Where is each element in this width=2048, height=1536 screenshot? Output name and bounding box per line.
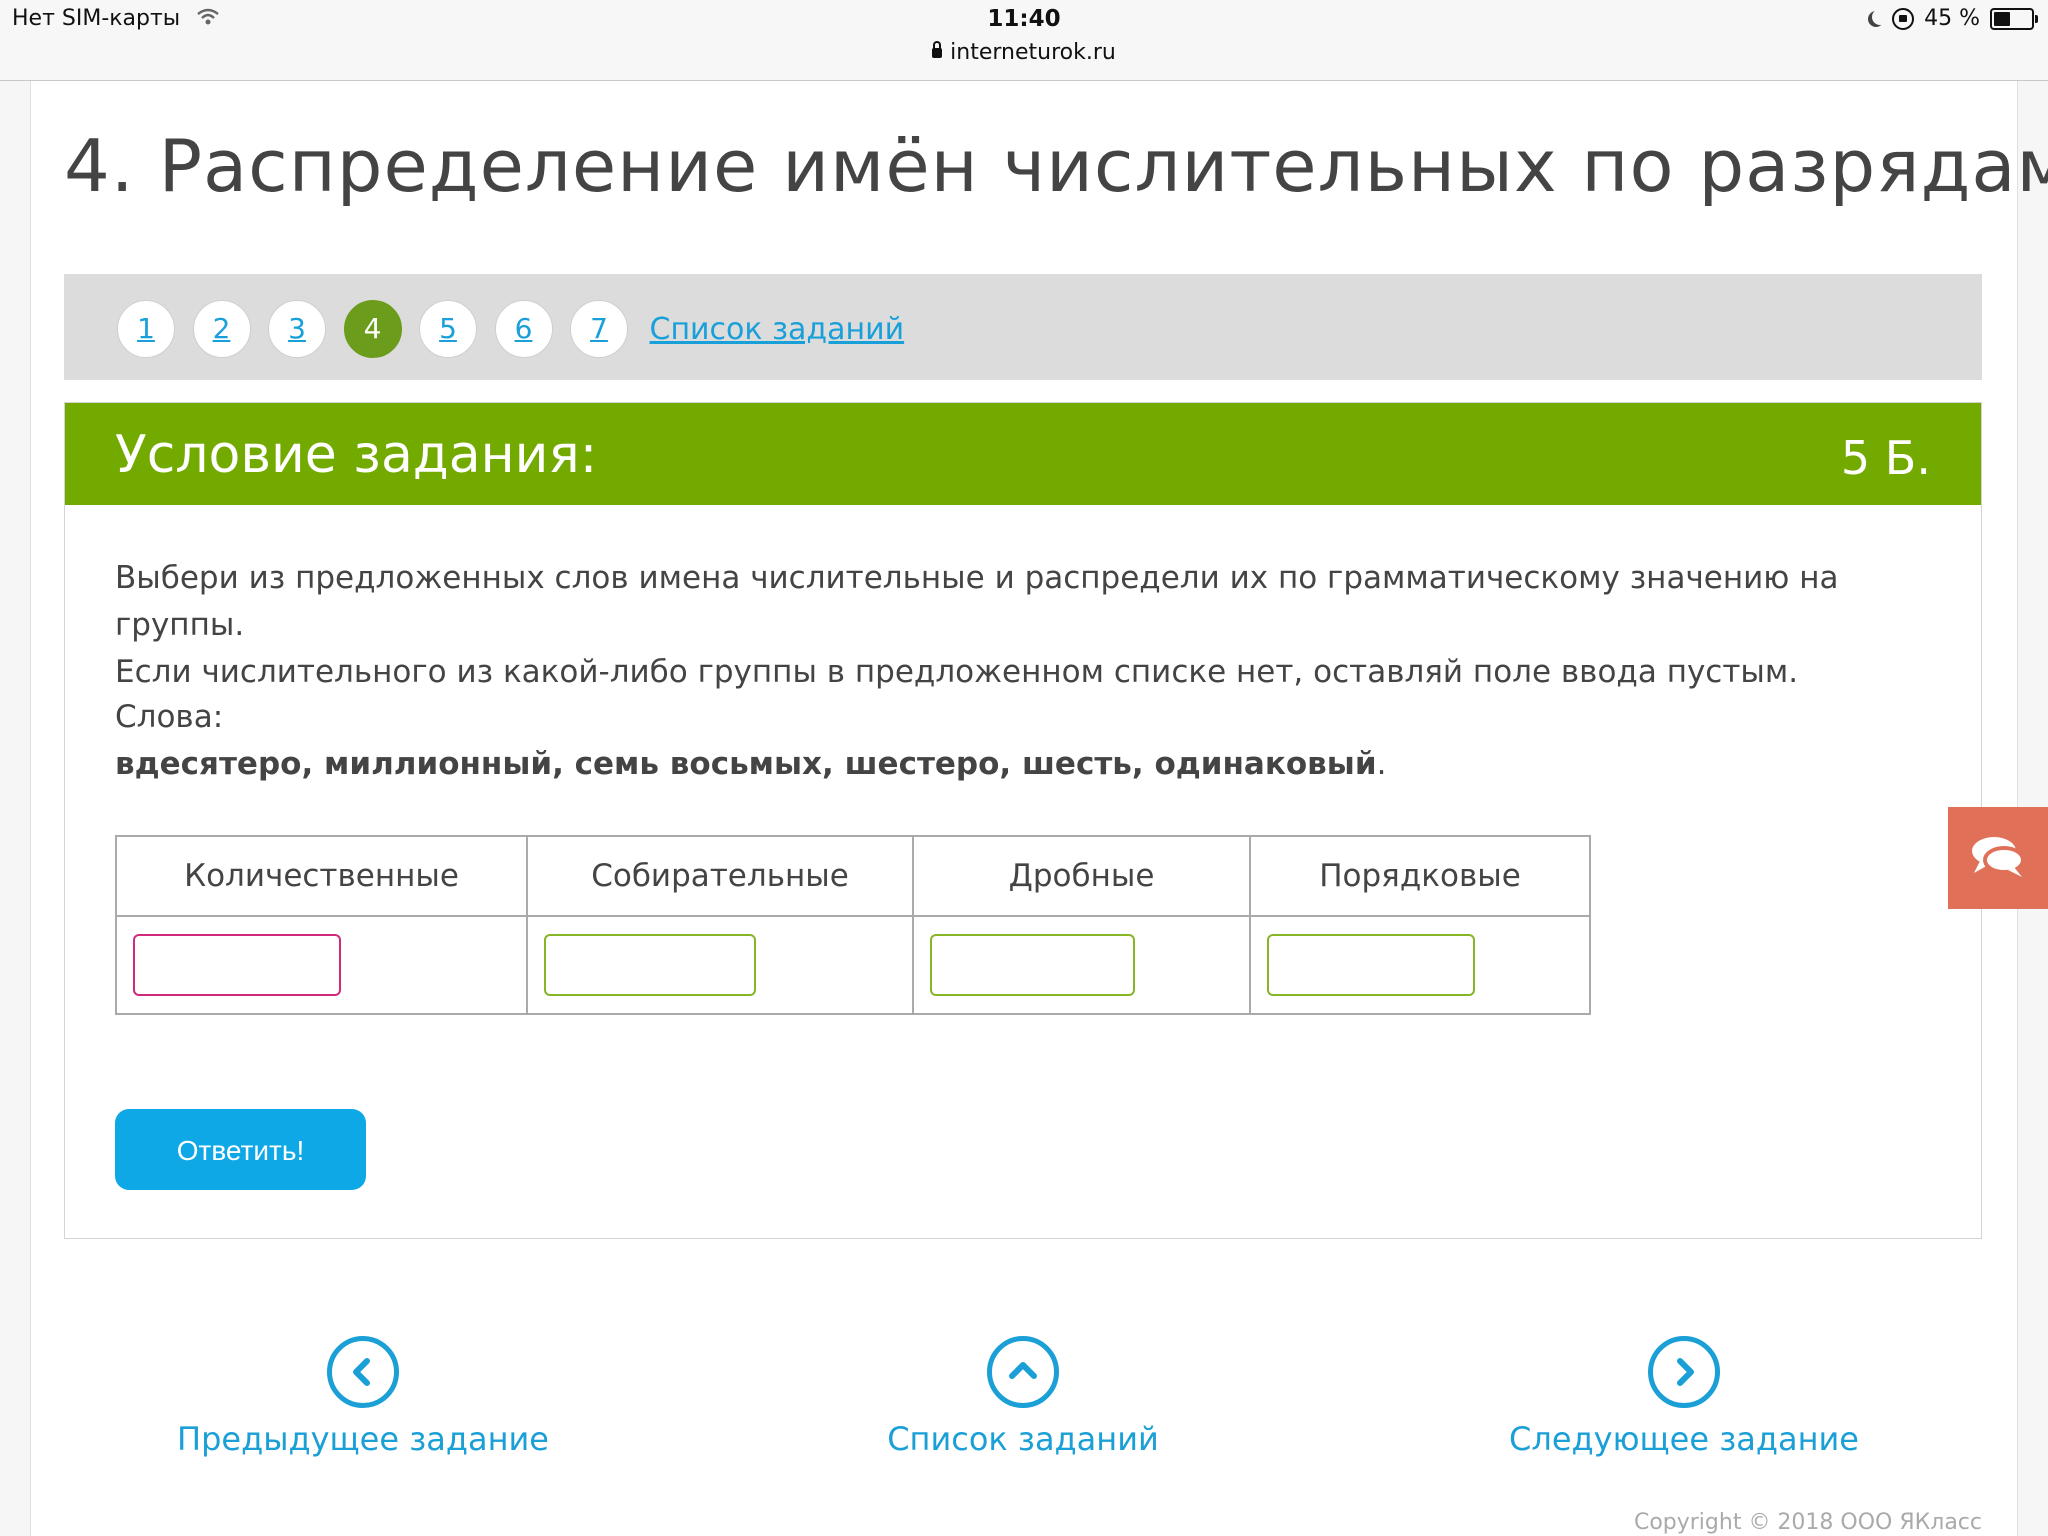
words-text: вдесятеро, миллионный, семь восьмых, шес… [115,746,1377,782]
task-list-nav[interactable]: Список заданий [773,1336,1273,1458]
column-header-ordinal: Порядковые [1249,835,1591,917]
chat-tab[interactable] [1948,807,2048,909]
next-task-button[interactable] [1648,1336,1720,1408]
task-points: 5 Б. [1840,431,1931,485]
answer-table-header: Количественные Собирательные Дробные Пор… [115,835,1591,917]
answer-table: Количественные Собирательные Дробные Пор… [115,835,1591,1015]
status-bar: Нет SIM-карты 11:40 interneturok.ru 45 % [0,0,2048,81]
pager-task-list-link[interactable]: Список заданий [650,312,905,347]
pager-item-2[interactable]: 2 [192,300,251,358]
answer-cell-cardinal [115,915,528,1015]
words-label: Слова: [115,699,224,735]
chevron-up-icon [1009,1362,1037,1379]
page-title: 4. Распределение имён числительных по ра… [64,124,2048,208]
status-icons: 45 % [1866,6,2038,31]
instruction-line-1: Выбери из предложенных слов имена числит… [115,560,1839,643]
answer-cell-fractional [912,915,1251,1015]
copyright: Copyright © 2018 ООО ЯКласс [1633,1510,1982,1535]
url-text: interneturok.ru [950,40,1116,65]
prev-task-label[interactable]: Предыдущее задание [113,1420,613,1458]
task-list-button[interactable] [987,1336,1059,1408]
submit-answer-button[interactable]: Ответить! [115,1109,366,1190]
words-list: вдесятеро, миллионный, семь восьмых, шес… [115,746,1386,782]
column-header-cardinal: Количественные [115,835,528,917]
pager-item-3[interactable]: 3 [268,300,326,358]
lock-icon [932,41,943,58]
pager-item-1[interactable]: 1 [117,300,175,358]
battery-icon [1990,7,2038,30]
task-list-label[interactable]: Список заданий [773,1420,1273,1458]
pager-list: 1 2 3 4 5 6 7 Список заданий [117,300,904,358]
moon-icon [1872,9,1888,25]
next-task-label[interactable]: Следующее задание [1434,1420,1934,1458]
address-bar[interactable]: interneturok.ru [0,40,2048,65]
chevron-left-icon [353,1358,370,1386]
answer-cell-collective [526,915,914,1015]
answer-cell-ordinal [1249,915,1591,1015]
fractional-input[interactable] [930,934,1135,996]
words-end: . [1376,746,1387,782]
prev-task-nav[interactable]: Предыдущее задание [113,1336,613,1458]
battery-fill [1994,11,2010,26]
cardinal-input[interactable] [133,934,341,996]
chat-bubbles-icon [1972,837,2025,877]
task-card: Условие задания: 5 Б. Выбери из предложе… [64,402,1982,1239]
column-header-collective: Собирательные [526,835,914,917]
pager-item-4[interactable]: 4 [343,300,402,358]
clock: 11:40 [987,6,1061,32]
battery-percent: 45 % [1924,6,1980,31]
ordinal-input[interactable] [1267,934,1475,996]
pager-item-5[interactable]: 5 [419,300,477,358]
rotation-lock-icon [1892,7,1915,30]
task-instruction: Выбери из предложенных слов имена числит… [115,555,1955,696]
task-card-title: Условие задания: [115,425,598,485]
pager-item-6[interactable]: 6 [494,300,553,358]
chevron-right-icon [1677,1358,1694,1386]
column-header-fractional: Дробные [912,835,1251,917]
instruction-line-2: Если числительного из какой-либо группы … [115,654,1799,690]
task-pager: 1 2 3 4 5 6 7 Список заданий [64,274,1982,380]
task-card-header: Условие задания: 5 Б. [65,403,1981,505]
collective-input[interactable] [544,934,756,996]
pager-item-7[interactable]: 7 [570,300,628,358]
answer-table-row [115,915,1591,1015]
prev-task-button[interactable] [327,1336,399,1408]
next-task-nav[interactable]: Следующее задание [1434,1336,1934,1458]
